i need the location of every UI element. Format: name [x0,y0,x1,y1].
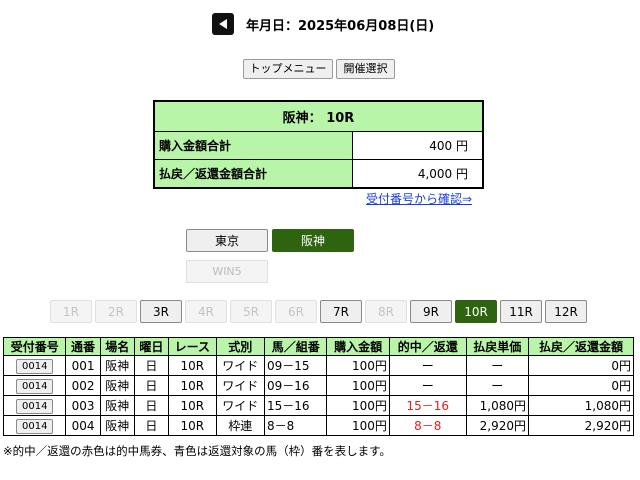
race-cell: 10R [168,355,217,376]
uketsuke-cell: 0014 [2,355,67,376]
kounyu-cell: 100円 [326,395,390,416]
race-button-4r: 4R [185,300,227,323]
payout-total-label: 払戻／返還金額合計 [155,160,353,187]
table-row: 0014 001 阪神 日 10R ワイド 09－15 100円 ー ー 0円 [2,355,635,376]
race-button-6r: 6R [275,300,317,323]
header-race: レース [168,337,217,356]
header-kumiban: 馬／組番 [263,337,328,356]
header-tsuban: 通番 [65,337,101,356]
tanka-cell: 2,920円 [465,415,529,436]
harai-cell: 1,080円 [527,395,635,416]
race-button-9r[interactable]: 9R [410,300,452,323]
youbi-cell: 日 [133,395,170,416]
race-button-8r: 8R [365,300,407,323]
tanka-cell: 1,080円 [465,395,529,416]
tekichu-cell: ー [388,375,467,396]
confirm-by-receipt-link[interactable]: 受付番号から確認⇒ [366,190,472,207]
summary-purchase-row: 購入金額合計 400 円 [155,131,482,159]
jo-cell: 阪神 [99,395,135,416]
youbi-cell: 日 [133,415,170,436]
race-button-11r[interactable]: 11R [500,300,542,323]
venue-tokyo-button[interactable]: 東京 [186,229,268,252]
harai-cell: 0円 [527,375,635,396]
race-button-3r[interactable]: 3R [140,300,182,323]
legend-note: ※的中／返還の赤色は的中馬券、青色は返還対象の馬（枠）番を表します。 [3,444,391,458]
header-kounyu: 購入金額 [326,337,390,356]
uketsuke-button[interactable]: 0014 [16,398,54,414]
jo-cell: 阪神 [99,355,135,376]
shikibetsu-cell: ワイド [215,355,265,376]
kumiban-cell: 15－16 [263,395,328,416]
jo-cell: 阪神 [99,375,135,396]
win5-button: WIN5 [186,260,268,283]
purchase-total-value: 400 円 [429,139,468,153]
kounyu-cell: 100円 [326,375,390,396]
kumiban-cell: 09－15 [263,355,328,376]
venue-hanshin-button[interactable]: 阪神 [272,229,354,252]
harai-cell: 2,920円 [527,415,635,436]
table-row: 0014 004 阪神 日 10R 枠連 8－8 100円 8－8 2,920円… [2,415,635,436]
summary-payout-row: 払戻／返還金額合計 4,000 円 [155,159,482,187]
youbi-cell: 日 [133,375,170,396]
uketsuke-button[interactable]: 0014 [16,418,54,434]
race-cell: 10R [168,415,217,436]
kounyu-cell: 100円 [326,415,390,436]
shikibetsu-cell: ワイド [215,395,265,416]
header-uketsuke: 受付番号 [2,337,67,356]
shikibetsu-cell: ワイド [215,375,265,396]
summary-table: 阪神： 10R 購入金額合計 400 円 払戻／返還金額合計 4,000 円 [153,100,484,189]
kaisai-select-button[interactable]: 開催選択 [336,59,395,79]
kumiban-cell: 09－16 [263,375,328,396]
tanka-cell: ー [465,355,529,376]
tekichu-cell: 8－8 [388,415,467,436]
uketsuke-cell: 0014 [2,395,67,416]
table-row: 0014 003 阪神 日 10R ワイド 15－16 100円 15－16 1… [2,395,635,416]
results-table: 受付番号 通番 場名 曜日 レース 式別 馬／組番 購入金額 的中／返還 払戻単… [2,337,635,436]
race-cell: 10R [168,375,217,396]
tsuban-cell: 003 [65,395,101,416]
harai-cell: 0円 [527,355,635,376]
tekichu-cell: 15－16 [388,395,467,416]
uketsuke-button[interactable]: 0014 [16,358,54,374]
race-button-2r: 2R [95,300,137,323]
kumiban-cell: 8－8 [263,415,328,436]
race-button-12r[interactable]: 12R [545,300,587,323]
race-button-1r: 1R [50,300,92,323]
triangle-left-icon [219,19,227,29]
header-youbi: 曜日 [133,337,170,356]
summary-title: 阪神： 10R [155,102,482,131]
race-button-7r[interactable]: 7R [320,300,362,323]
purchase-total-label: 購入金額合計 [155,132,353,159]
back-arrow-button[interactable] [212,13,234,35]
jo-cell: 阪神 [99,415,135,436]
date-label: 年月日：2025年06月08日(日) [246,19,435,34]
header-shikibetsu: 式別 [215,337,265,356]
top-menu-button[interactable]: トップメニュー [243,59,333,79]
tsuban-cell: 001 [65,355,101,376]
tekichu-cell: ー [388,355,467,376]
tanka-cell: ー [465,375,529,396]
table-row: 0014 002 阪神 日 10R ワイド 09－16 100円 ー ー 0円 [2,375,635,396]
tsuban-cell: 002 [65,375,101,396]
header-harai: 払戻／返還金額 [527,337,635,356]
uketsuke-cell: 0014 [2,415,67,436]
kounyu-cell: 100円 [326,355,390,376]
shikibetsu-cell: 枠連 [215,415,265,436]
uketsuke-button[interactable]: 0014 [16,378,54,394]
race-button-10r[interactable]: 10R [455,300,497,323]
payout-total-value: 4,000 円 [417,167,468,181]
results-header-row: 受付番号 通番 場名 曜日 レース 式別 馬／組番 購入金額 的中／返還 払戻単… [2,337,635,356]
header-tanka: 払戻単価 [465,337,529,356]
youbi-cell: 日 [133,355,170,376]
uketsuke-cell: 0014 [2,375,67,396]
race-button-5r: 5R [230,300,272,323]
header-tekichu: 的中／返還 [388,337,467,356]
tsuban-cell: 004 [65,415,101,436]
header-jo: 場名 [99,337,135,356]
race-cell: 10R [168,395,217,416]
